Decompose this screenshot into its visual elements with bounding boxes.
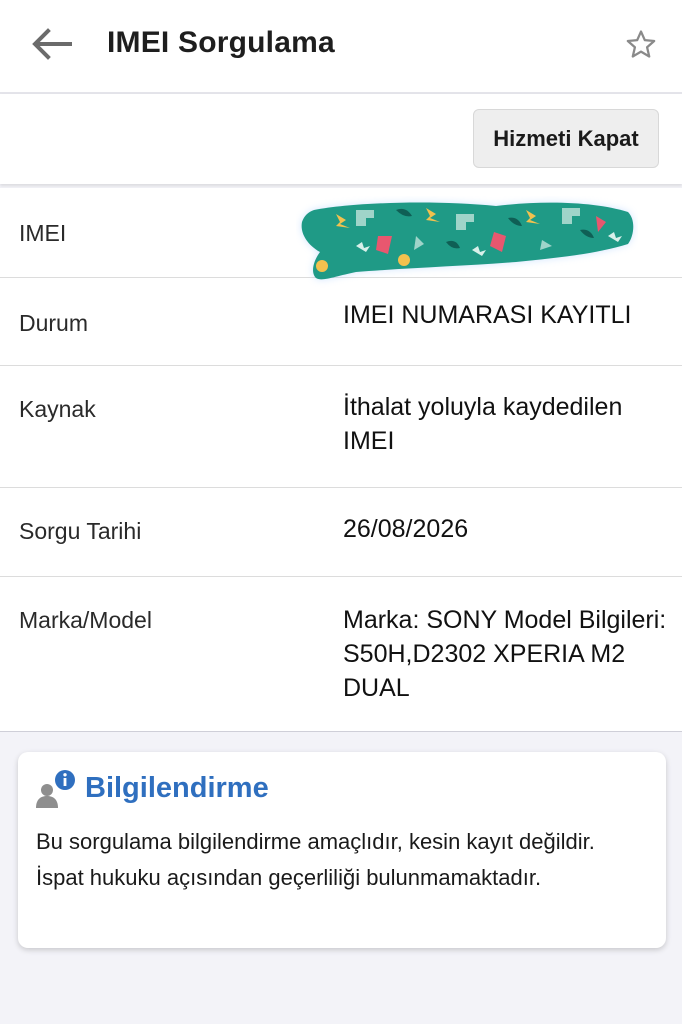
detail-row-brand-model: Marka/Model Marka: SONY Model Bilgileri:…: [0, 577, 682, 732]
redacted-imei-value: [301, 202, 634, 280]
imei-details-list: IMEI Durum IMEI NUMARASI KAYITLI Kaynak …: [0, 188, 682, 732]
detail-row-source: Kaynak İthalat yoluyla kaydedilen IMEI: [0, 366, 682, 488]
info-card: Bilgilendirme Bu sorgulama bilgilendirme…: [18, 752, 666, 948]
info-text: Bu sorgulama bilgilendirme amaçlıdır, ke…: [36, 829, 595, 890]
status-label: Durum: [19, 310, 89, 336]
app-header: IMEI Sorgulama: [0, 0, 682, 92]
imei-query-screen: IMEI Sorgulama Hizmeti Kapat IMEI Durum …: [0, 0, 682, 1024]
info-title: Bilgilendirme: [85, 772, 269, 804]
detail-row-query-date: Sorgu Tarihi 26/08/2026: [0, 488, 682, 577]
detail-row-status: Durum IMEI NUMARASI KAYITLI: [0, 278, 682, 366]
query-date-label: Sorgu Tarihi: [19, 518, 142, 544]
brand-model-label: Marka/Model: [19, 607, 152, 633]
star-outline-icon: [626, 30, 656, 58]
brand-model-value: Marka: SONY Model Bilgileri: S50H,D2302 …: [343, 606, 667, 702]
query-date-value: 26/08/2026: [343, 515, 469, 543]
back-button[interactable]: [28, 24, 74, 64]
detail-row-imei: IMEI: [0, 188, 682, 280]
user-info-icon: [36, 770, 75, 808]
page-title: IMEI Sorgulama: [107, 26, 335, 59]
source-value: İthalat yoluyla kaydedilen IMEI: [343, 393, 623, 455]
arrow-left-icon: [32, 28, 72, 60]
close-service-button[interactable]: Hizmeti Kapat: [473, 109, 659, 168]
imei-label: IMEI: [19, 220, 67, 246]
source-label: Kaynak: [19, 396, 96, 422]
status-value: IMEI NUMARASI KAYITLI: [343, 301, 632, 329]
favorite-button[interactable]: [622, 26, 660, 64]
